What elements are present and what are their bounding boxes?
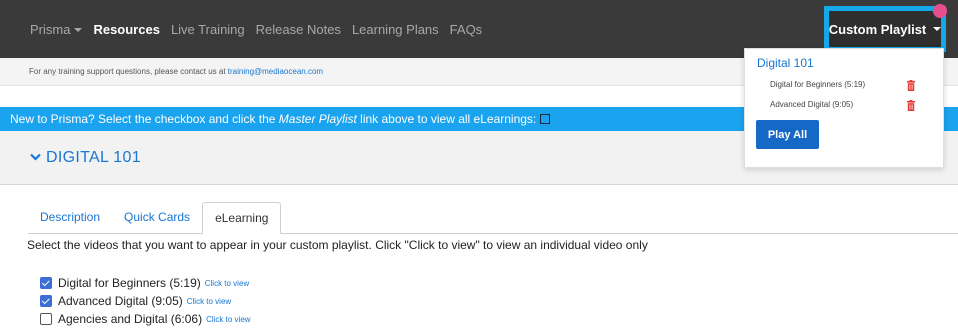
tab-description[interactable]: Description bbox=[28, 202, 112, 234]
video-label: Advanced Digital (9:05) bbox=[58, 294, 183, 308]
app-frame: Prisma Resources Live Training Release N… bbox=[0, 0, 958, 330]
trash-icon[interactable] bbox=[907, 78, 915, 91]
video-checkbox[interactable] bbox=[40, 277, 52, 289]
click-to-view-link[interactable]: Click to view bbox=[205, 279, 249, 288]
section-tabs: Description Quick Cards eLearning bbox=[28, 202, 282, 234]
tab-elearning[interactable]: eLearning bbox=[202, 202, 282, 234]
support-text: For any training support questions, plea… bbox=[29, 67, 228, 76]
nav-links: Prisma Resources Live Training Release N… bbox=[30, 0, 482, 58]
support-email-link[interactable]: training@mediaocean.com bbox=[228, 67, 323, 76]
playlist-item-label: Advanced Digital (9:05) bbox=[770, 100, 854, 109]
video-label: Agencies and Digital (6:06) bbox=[58, 312, 203, 326]
nav-faqs[interactable]: FAQs bbox=[450, 22, 483, 37]
nav-learning-plans[interactable]: Learning Plans bbox=[352, 22, 439, 37]
tab-quick-cards[interactable]: Quick Cards bbox=[112, 202, 202, 234]
master-playlist-checkbox[interactable] bbox=[539, 114, 550, 124]
nav-prisma-label: Prisma bbox=[30, 21, 71, 37]
click-to-view-link[interactable]: Click to view bbox=[187, 297, 231, 306]
click-to-view-link[interactable]: Click to view bbox=[206, 315, 250, 324]
playlist-item-label: Digital for Beginners (5:19) bbox=[770, 80, 866, 89]
video-item: Agencies and Digital (6:06) Click to vie… bbox=[40, 310, 251, 328]
trash-icon[interactable] bbox=[907, 98, 915, 111]
nav-prisma[interactable]: Prisma bbox=[30, 21, 83, 37]
nav-live-training[interactable]: Live Training bbox=[171, 22, 245, 37]
section-title: DIGITAL 101 bbox=[46, 148, 141, 166]
play-all-button[interactable]: Play All bbox=[756, 120, 819, 149]
chevron-down-icon bbox=[74, 28, 83, 33]
nav-resources[interactable]: Resources bbox=[93, 22, 159, 37]
custom-playlist-button[interactable]: Custom Playlist bbox=[824, 6, 946, 52]
playlist-heading: Digital 101 bbox=[757, 56, 814, 70]
nav-release-notes[interactable]: Release Notes bbox=[256, 22, 341, 37]
video-label: Digital for Beginners (5:19) bbox=[58, 276, 201, 290]
video-item: Digital for Beginners (5:19) Click to vi… bbox=[40, 274, 251, 292]
banner-text-after: link above to view all eLearnings: bbox=[356, 112, 537, 126]
custom-playlist-label: Custom Playlist bbox=[828, 21, 927, 37]
chevron-down-icon bbox=[933, 27, 942, 31]
video-checkbox[interactable] bbox=[40, 313, 52, 325]
notification-dot bbox=[933, 4, 947, 18]
video-list: Digital for Beginners (5:19) Click to vi… bbox=[40, 274, 251, 328]
chevron-down-icon bbox=[30, 149, 41, 164]
custom-playlist-dropdown: Digital 101 Digital for Beginners (5:19)… bbox=[744, 48, 944, 168]
master-playlist-text: Master Playlist bbox=[278, 112, 357, 126]
video-item: Advanced Digital (9:05) Click to view bbox=[40, 292, 251, 310]
video-checkbox[interactable] bbox=[40, 295, 52, 307]
playlist-instructions: Select the videos that you want to appea… bbox=[27, 238, 648, 252]
banner-text-before: New to Prisma? Select the checkbox and c… bbox=[10, 112, 279, 126]
